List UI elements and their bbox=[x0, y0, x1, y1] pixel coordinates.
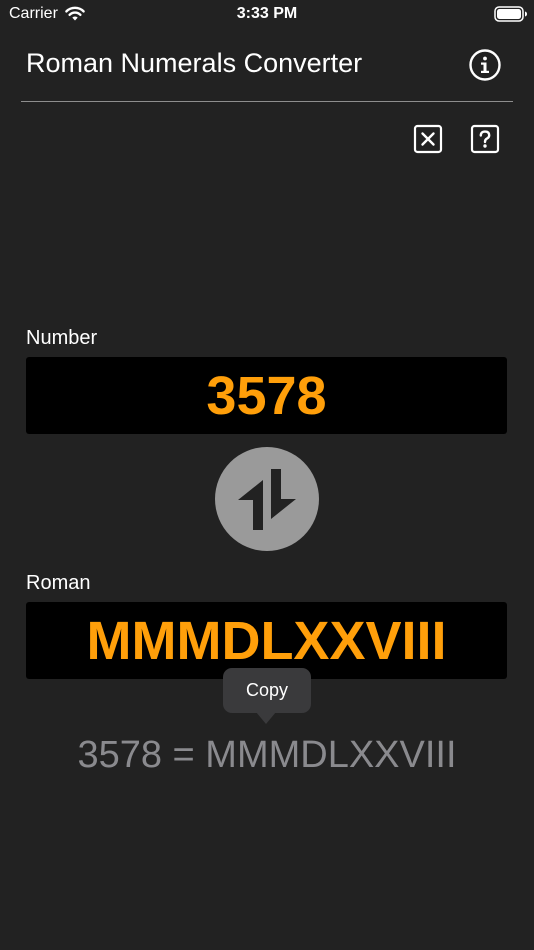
number-label: Number bbox=[26, 327, 98, 349]
battery-icon bbox=[494, 6, 527, 22]
conversion-result[interactable]: 3578 = MMMDLXXVIII bbox=[0, 734, 534, 777]
swap-button[interactable] bbox=[215, 447, 319, 551]
header-divider bbox=[21, 101, 513, 102]
swap-arrows-icon bbox=[238, 469, 296, 530]
copy-menu-button[interactable]: Copy bbox=[223, 668, 311, 713]
status-bar: Carrier 3:33 PM bbox=[0, 0, 534, 28]
info-circle-icon bbox=[469, 49, 501, 81]
status-time: 3:33 PM bbox=[236, 5, 298, 22]
clear-button[interactable] bbox=[413, 124, 443, 154]
clear-x-icon bbox=[413, 124, 443, 154]
roman-label: Roman bbox=[26, 572, 91, 594]
copy-tooltip-arrow bbox=[256, 712, 276, 724]
page-title: Roman Numerals Converter bbox=[26, 48, 363, 78]
copy-label: Copy bbox=[245, 680, 289, 700]
help-button[interactable] bbox=[470, 124, 500, 154]
info-button[interactable] bbox=[468, 48, 502, 82]
number-input[interactable]: 3578 bbox=[26, 357, 507, 434]
question-mark-icon bbox=[470, 124, 500, 154]
